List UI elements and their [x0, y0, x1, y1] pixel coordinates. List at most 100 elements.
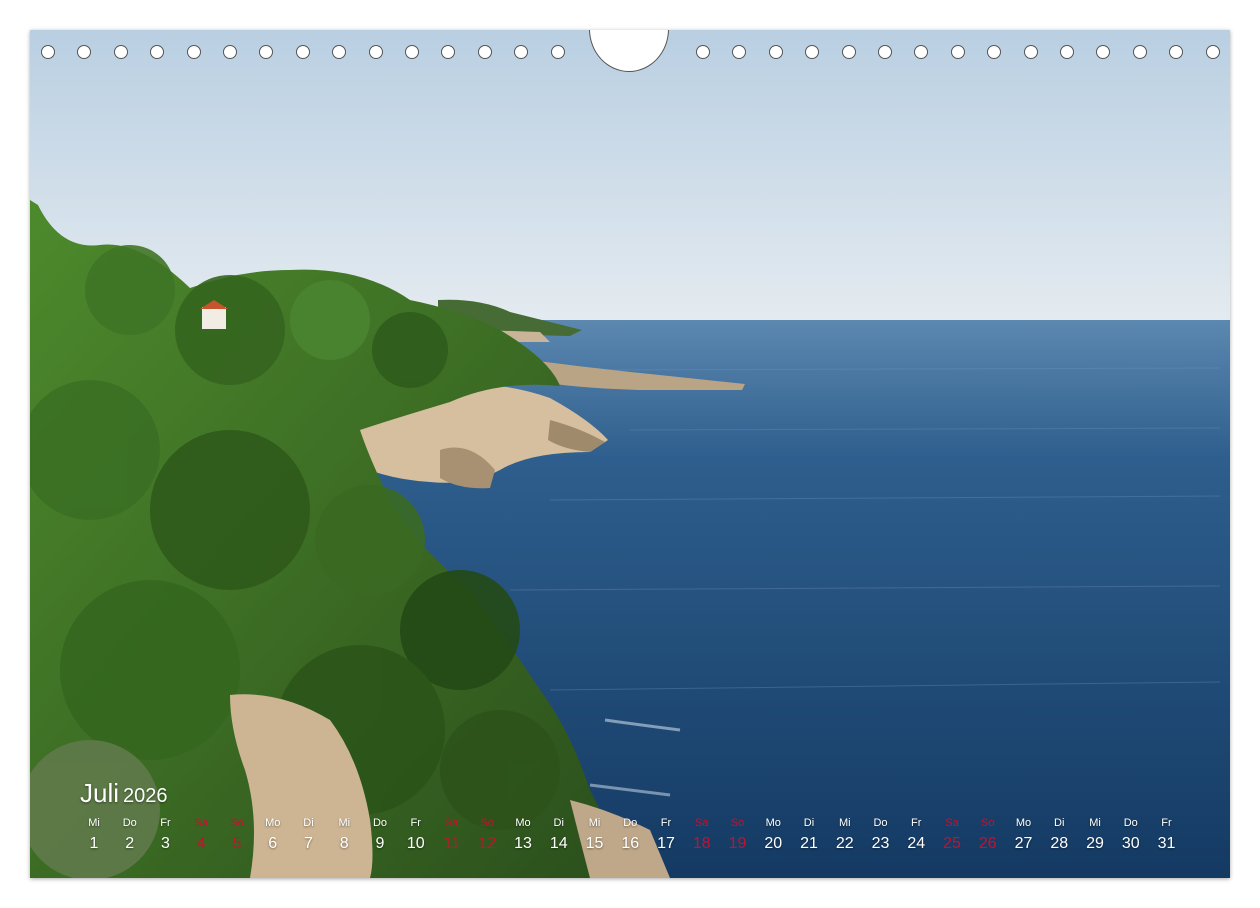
day-cell: So 12	[470, 816, 504, 854]
day-number: 18	[692, 835, 711, 852]
day-cell: Di 28	[1042, 816, 1076, 854]
day-cell: Do 16	[613, 816, 647, 854]
weekday-label: Di	[303, 817, 314, 829]
weekday-label: Sa	[945, 817, 959, 829]
weekday-label: Do	[873, 817, 888, 829]
weekday-label: Fr	[1161, 817, 1172, 829]
day-number: 27	[1014, 835, 1033, 852]
day-cell: So 5	[220, 816, 254, 854]
day-number: 19	[728, 835, 747, 852]
binding-hole	[987, 45, 1002, 59]
binding-hole	[1060, 45, 1074, 59]
day-number: 31	[1157, 835, 1176, 852]
day-strip: Mi 1 Do 2 Fr 3 Sa 4 So 5 Mo 6 Di 7 Mi 8 Do 9 Fr 10 Sa 11 So 12 M…	[30, 816, 1230, 856]
weekday-label: So	[230, 817, 244, 829]
weekday-label: Sa	[194, 817, 208, 829]
binding-hole	[1023, 45, 1038, 59]
day-cell: Mo 20	[756, 816, 790, 854]
day-number: 11	[443, 835, 460, 852]
binding-hole	[368, 45, 383, 59]
coastal-landscape-photo	[30, 30, 1230, 878]
day-cell: Di 7	[292, 816, 326, 854]
day-cell: Di 14	[542, 816, 576, 854]
weekday-label: Fr	[410, 817, 421, 829]
day-cell: Fr 17	[649, 816, 683, 854]
day-cell: Mo 27	[1007, 816, 1041, 854]
binding-hole	[696, 45, 710, 59]
binding-hole	[1205, 45, 1220, 59]
month-title: Juli 2026	[80, 778, 168, 809]
binding-hole	[1132, 45, 1147, 59]
binding-hole	[223, 45, 237, 59]
day-cell: Do 30	[1114, 816, 1148, 854]
weekday-label: Mo	[765, 817, 781, 829]
day-cell: Mi 1	[77, 816, 111, 854]
weekday-label: Di	[553, 817, 564, 829]
weekday-label: Mi	[88, 817, 100, 829]
weekday-label: Sa	[695, 817, 709, 829]
day-number: 25	[943, 835, 961, 852]
day-number: 17	[657, 835, 675, 852]
day-number: 10	[406, 835, 425, 852]
weekday-label: Fr	[660, 817, 672, 829]
weekday-label: Di	[803, 817, 815, 829]
day-cell: Fr 31	[1150, 816, 1184, 854]
day-number: 12	[478, 835, 497, 852]
binding-hole	[77, 45, 92, 59]
weekday-label: Mi	[838, 817, 851, 829]
year: 2026	[123, 785, 168, 807]
binding-hole	[186, 45, 201, 59]
weekday-label: Do	[122, 817, 137, 829]
day-cell: Do 23	[864, 816, 898, 854]
binding-hole	[441, 45, 456, 59]
day-cell: Fr 10	[399, 816, 433, 854]
day-cell: Mo 6	[256, 816, 290, 854]
house	[202, 307, 226, 329]
weekday-label: Mo	[265, 817, 281, 829]
day-number: 16	[621, 835, 640, 852]
weekday-label: Mi	[338, 817, 351, 829]
day-number: 1	[89, 835, 99, 852]
weekday-label: So	[730, 817, 745, 829]
binding-hole	[768, 45, 783, 59]
day-number: 8	[339, 835, 349, 852]
day-cell: Mo 13	[506, 816, 540, 854]
binding-hole	[514, 45, 529, 59]
binding-hole	[1169, 45, 1184, 59]
day-cell: Mi 22	[828, 816, 862, 854]
day-number: 14	[549, 835, 568, 852]
weekday-label: Fr	[160, 817, 171, 829]
binding-hole	[950, 45, 965, 59]
binding-hole	[41, 45, 55, 59]
day-number: 3	[161, 835, 170, 852]
weekday-label: Do	[623, 817, 638, 829]
day-cell: Sa 11	[435, 816, 469, 854]
day-cell: Sa 18	[685, 816, 719, 854]
weekday-label: Mo	[1015, 817, 1032, 829]
month-name: Juli	[80, 778, 120, 808]
binding-hole	[405, 45, 419, 59]
day-number: 23	[871, 835, 890, 852]
binding-hole	[841, 45, 856, 59]
day-cell: Fr 3	[149, 816, 183, 854]
day-cell: Fr 24	[899, 816, 933, 854]
day-cell: Mi 8	[327, 816, 361, 854]
binding-hole	[805, 45, 820, 59]
day-cell: So 19	[721, 816, 755, 854]
day-number: 22	[835, 835, 854, 852]
day-cell: Sa 4	[184, 816, 218, 854]
binding-hole	[732, 45, 747, 59]
weekday-label: Di	[1054, 817, 1065, 829]
day-cell: Di 21	[792, 816, 826, 854]
binding-hole	[332, 45, 347, 59]
day-cell: Mi 29	[1078, 816, 1112, 854]
binding-hole	[878, 45, 892, 59]
day-number: 20	[764, 835, 783, 852]
binding-hole	[259, 45, 274, 59]
weekday-label: So	[981, 817, 995, 829]
binding-hole	[113, 45, 128, 59]
weekday-label: Mi	[1089, 817, 1101, 829]
weekday-label: So	[480, 817, 494, 829]
day-number: 2	[125, 835, 135, 852]
day-cell: Sa 25	[935, 816, 969, 854]
